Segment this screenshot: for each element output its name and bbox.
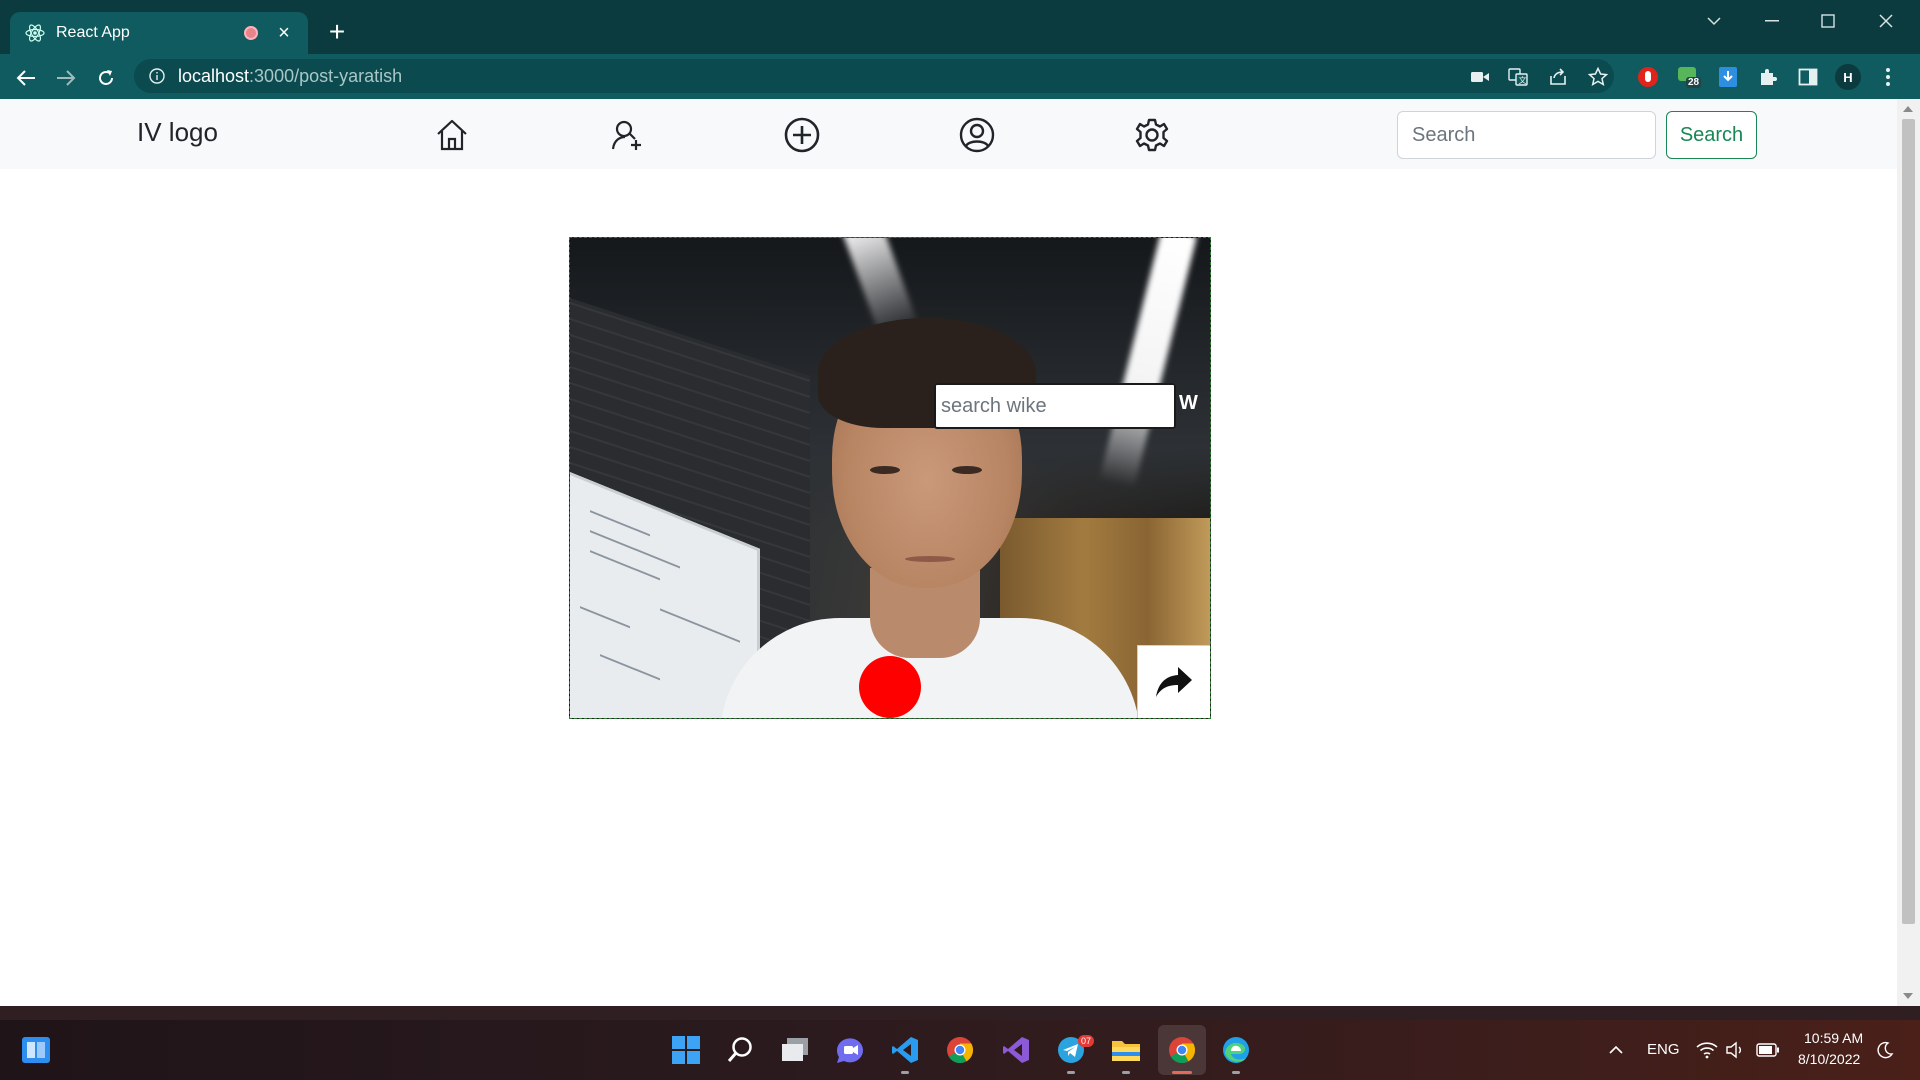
extension-badge-icon[interactable]: 28 bbox=[1674, 63, 1702, 91]
battery-icon[interactable] bbox=[1756, 1034, 1780, 1066]
scroll-up-arrow-icon[interactable] bbox=[1903, 106, 1913, 112]
search-icon[interactable] bbox=[724, 1034, 756, 1066]
wifi-icon[interactable] bbox=[1696, 1034, 1718, 1066]
search-button[interactable]: Search bbox=[1666, 111, 1757, 159]
profile-avatar[interactable]: H bbox=[1834, 63, 1862, 91]
extensions-puzzle-icon[interactable] bbox=[1754, 63, 1782, 91]
scroll-down-arrow-icon[interactable] bbox=[1903, 993, 1913, 999]
share-page-icon[interactable] bbox=[1544, 63, 1572, 91]
brand-logo[interactable]: IV logo bbox=[137, 117, 218, 148]
clock-date[interactable]: 8/10/2022 bbox=[1798, 1051, 1860, 1067]
record-button[interactable] bbox=[859, 656, 921, 718]
wiki-label: W bbox=[1179, 392, 1198, 414]
user-search-icon[interactable] bbox=[609, 117, 645, 153]
chrome-active-icon[interactable] bbox=[1166, 1034, 1198, 1066]
adblock-extension-icon[interactable] bbox=[1634, 63, 1662, 91]
telegram-badge: 07 bbox=[1078, 1035, 1095, 1047]
new-tab-button[interactable]: + bbox=[322, 18, 352, 48]
bookmark-star-icon[interactable] bbox=[1584, 63, 1612, 91]
share-button[interactable] bbox=[1137, 645, 1210, 718]
side-panel-icon[interactable] bbox=[1794, 63, 1822, 91]
camera-preview: W bbox=[569, 237, 1211, 719]
chat-icon[interactable] bbox=[834, 1034, 866, 1066]
url-text: localhost:3000/post-yaratish bbox=[178, 65, 403, 86]
settings-icon[interactable] bbox=[1134, 117, 1170, 153]
react-icon bbox=[24, 22, 46, 44]
browser-tab[interactable]: React App × bbox=[10, 12, 308, 54]
start-windows-icon[interactable] bbox=[670, 1034, 702, 1066]
close-window-icon[interactable] bbox=[1866, 6, 1906, 36]
search-input[interactable] bbox=[1397, 111, 1656, 159]
app-navbar: IV logo Search bbox=[0, 99, 1897, 169]
download-extension-icon[interactable] bbox=[1714, 63, 1742, 91]
clock-time[interactable]: 10:59 AM bbox=[1804, 1030, 1863, 1046]
chevron-up-icon[interactable] bbox=[1604, 1034, 1628, 1066]
vscode-icon[interactable] bbox=[889, 1034, 921, 1066]
tab-title: React App bbox=[56, 24, 130, 41]
address-bar[interactable]: localhost:3000/post-yaratish bbox=[134, 59, 1614, 93]
chrome-icon[interactable] bbox=[944, 1034, 976, 1066]
home-icon[interactable] bbox=[434, 117, 470, 153]
svg-text:文: 文 bbox=[1519, 75, 1527, 85]
focus-moon-icon[interactable] bbox=[1874, 1034, 1896, 1066]
camera-in-use-icon[interactable] bbox=[1466, 63, 1494, 91]
reload-icon[interactable] bbox=[92, 64, 120, 92]
translate-icon[interactable]: 文 bbox=[1504, 63, 1532, 91]
extension-badge-count: 28 bbox=[1686, 77, 1702, 88]
wiki-search-input[interactable] bbox=[934, 383, 1176, 429]
tab-close-icon[interactable]: × bbox=[274, 23, 294, 43]
scrollbar-thumb[interactable] bbox=[1902, 119, 1915, 924]
profile-icon[interactable] bbox=[959, 117, 995, 153]
share-arrow-icon bbox=[1156, 667, 1192, 697]
page-scrollbar[interactable] bbox=[1897, 99, 1920, 1006]
maximize-icon[interactable] bbox=[1808, 6, 1848, 36]
browser-toolbar: localhost:3000/post-yaratish 文 28 H bbox=[0, 54, 1920, 99]
volume-icon[interactable] bbox=[1724, 1034, 1746, 1066]
site-info-icon[interactable] bbox=[148, 67, 166, 85]
language-indicator[interactable]: ENG bbox=[1647, 1041, 1680, 1058]
forward-arrow-icon[interactable] bbox=[52, 64, 80, 92]
browser-chrome: React App × + localhost:3000/post-yarati… bbox=[0, 0, 1920, 99]
recording-indicator-icon bbox=[244, 26, 258, 40]
file-explorer-icon[interactable] bbox=[1110, 1034, 1142, 1066]
minimize-icon[interactable] bbox=[1752, 6, 1792, 36]
task-view-icon[interactable] bbox=[779, 1034, 811, 1066]
browser-menu-icon[interactable] bbox=[1874, 63, 1902, 91]
visual-studio-icon[interactable] bbox=[1000, 1034, 1032, 1066]
widgets-icon[interactable] bbox=[20, 1034, 52, 1066]
page-viewport: IV logo Search Search search wike W bbox=[0, 99, 1920, 1006]
tab-search-icon[interactable] bbox=[1694, 6, 1734, 36]
add-circle-icon[interactable] bbox=[784, 117, 820, 153]
edge-icon[interactable] bbox=[1220, 1034, 1252, 1066]
windows-taskbar: 07 ENG 10:59 AM 8/10/2022 bbox=[0, 1020, 1920, 1080]
back-arrow-icon[interactable] bbox=[12, 64, 40, 92]
